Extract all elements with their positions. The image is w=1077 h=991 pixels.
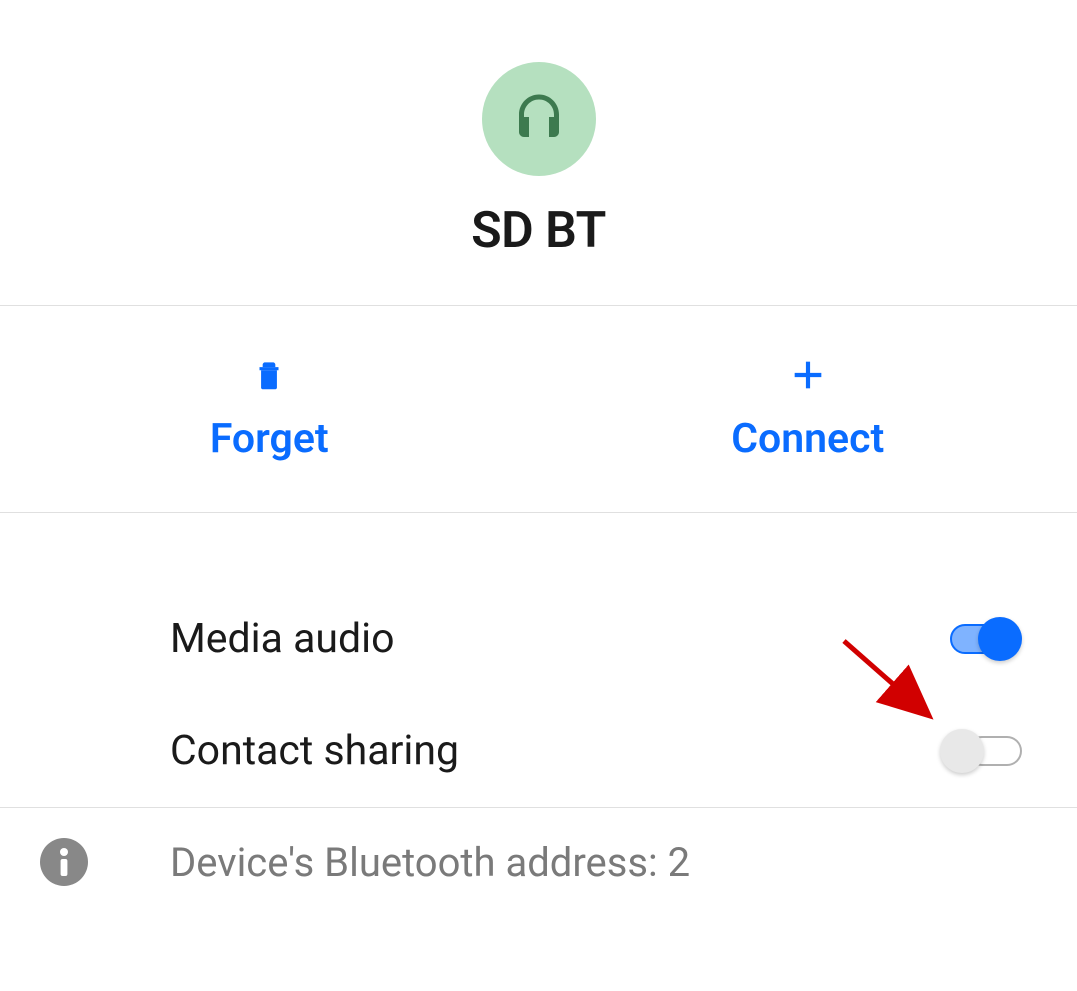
headphones-icon [509,87,569,151]
device-avatar [482,62,596,176]
media-audio-row: Media audio [0,583,1077,695]
connect-label: Connect [731,415,884,463]
plus-icon [788,355,828,395]
toggle-thumb [978,617,1022,661]
media-audio-label: Media audio [170,615,394,663]
info-icon [40,838,88,886]
trash-icon [249,355,289,395]
forget-button[interactable]: Forget [0,306,539,512]
settings-section: Media audio Contact sharing [0,513,1077,807]
media-audio-toggle[interactable] [950,624,1022,654]
device-header: SD BT [0,0,1077,305]
connect-button[interactable]: Connect [539,306,1077,512]
contact-sharing-label: Contact sharing [170,727,459,775]
contact-sharing-row: Contact sharing [0,695,1077,807]
toggle-thumb [940,729,984,773]
contact-sharing-toggle[interactable] [950,736,1022,766]
actions-row: Forget Connect [0,306,1077,512]
bluetooth-address-label: Device's Bluetooth address: 2 [170,839,690,886]
info-section: Device's Bluetooth address: 2 [0,808,1077,886]
device-name: SD BT [471,202,606,260]
forget-label: Forget [210,415,329,463]
